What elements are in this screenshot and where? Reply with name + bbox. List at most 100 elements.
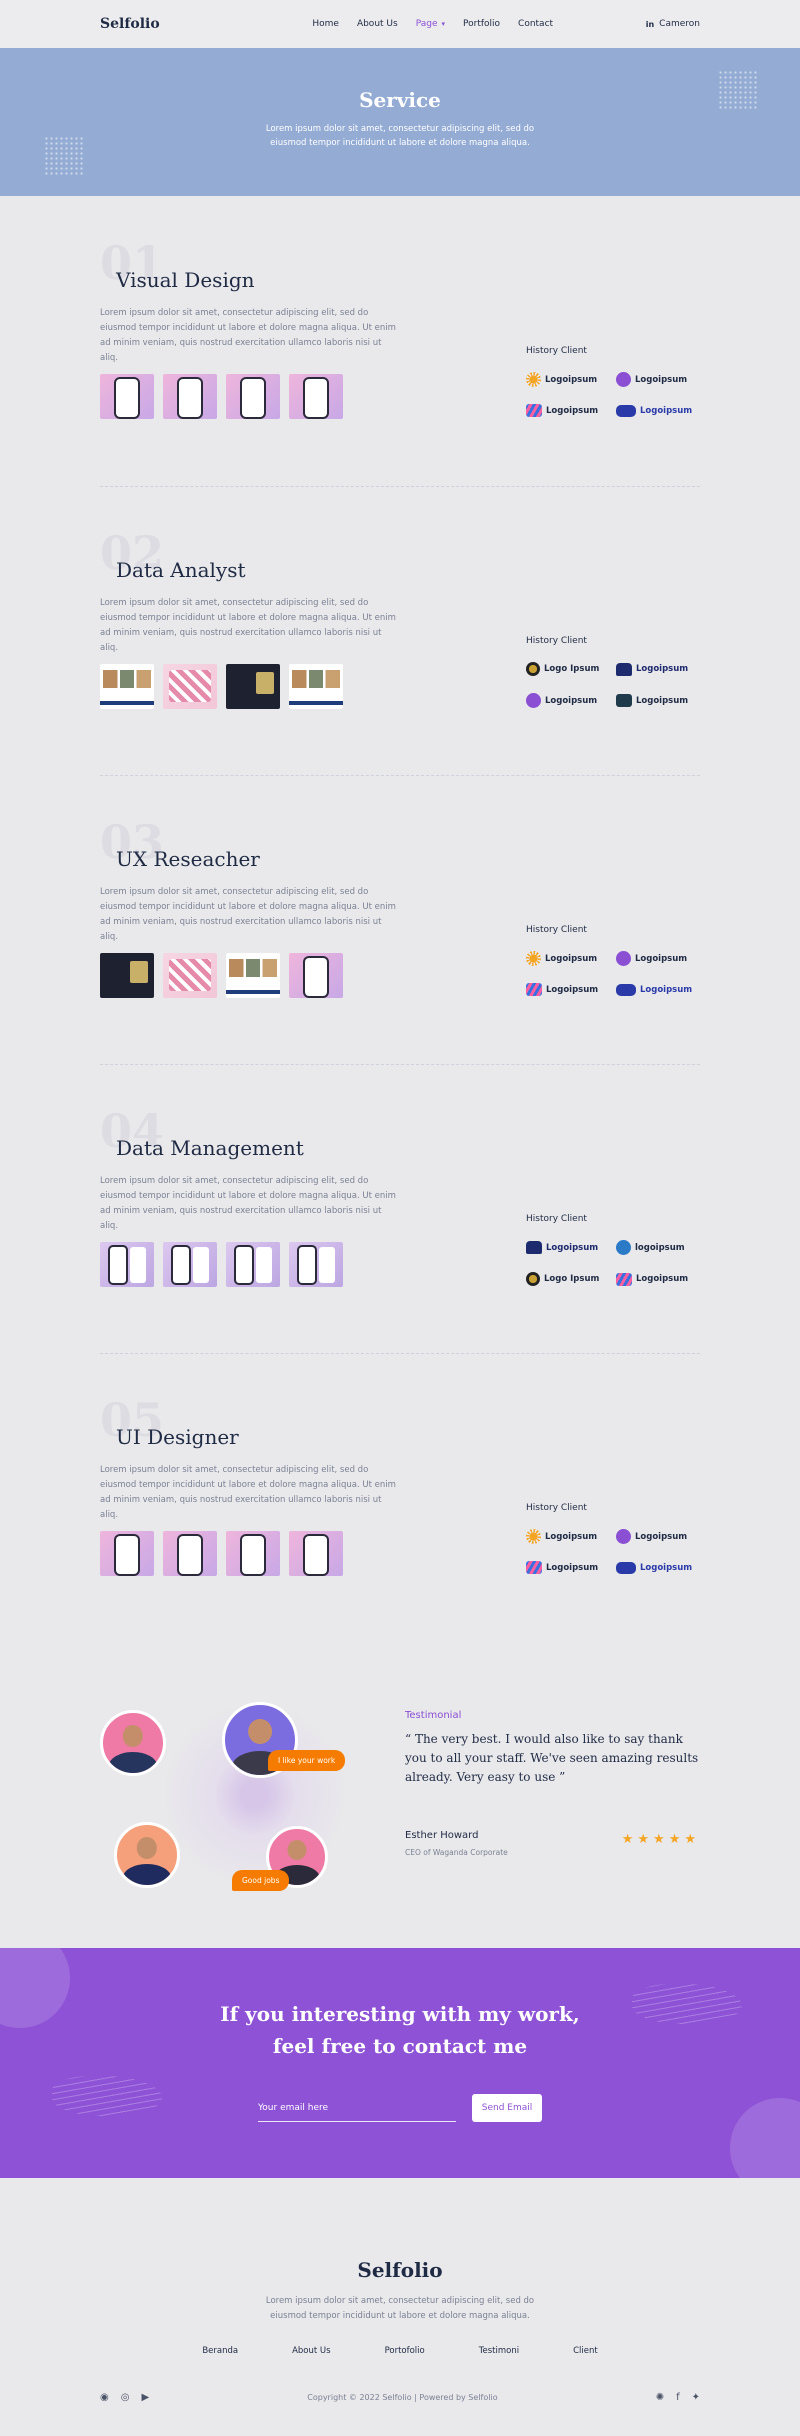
portfolio-thumbnail[interactable] [100,953,154,998]
service-description: Lorem ipsum dolor sit amet, consectetur … [100,598,396,653]
decor-waves [52,2076,162,2116]
client-logo-label: Logoipsum [546,1562,599,1573]
stripes-logo-icon [526,404,542,417]
portfolio-thumbnail[interactable] [226,664,280,709]
sun-logo-icon [526,372,541,387]
client-logo-label: Logoipsum [640,1562,693,1573]
youtube-icon[interactable]: ▶ [141,2392,149,2403]
portfolio-thumbnail[interactable] [100,1242,154,1287]
social-links-left: ◉ ◎ ▶ [100,2392,149,2403]
brand-logo[interactable]: Selfolio [100,16,160,32]
portfolio-thumbnail[interactable] [226,1531,280,1576]
service-section: 01 Visual Design Lorem ipsum dolor sit a… [100,236,700,526]
pill-logo-icon [616,404,636,417]
nav-item-page-label: Page [415,19,438,29]
twitter-icon[interactable]: ✦ [692,2392,700,2403]
service-title: UI Designer [116,1425,239,1449]
send-email-button[interactable]: Send Email [472,2094,542,2122]
portfolio-thumbnail[interactable] [163,1531,217,1576]
portfolio-thumbnail[interactable] [163,953,217,998]
history-client: History Client Logo Ipsum Logoipsum Logo… [526,636,706,708]
nav-item-page[interactable]: Page ▾ [416,19,445,29]
circle-logo-icon [616,1240,631,1255]
nav-item-contact[interactable]: Contact [518,19,553,29]
portfolio-thumbnail[interactable] [289,374,343,419]
portfolio-thumbnail[interactable] [289,1242,343,1287]
footer-link-testimoni[interactable]: Testimoni [479,2346,519,2356]
portfolio-thumbnail[interactable] [100,374,154,419]
client-logo: Logo Ipsum [526,1272,616,1286]
client-logo: Logoipsum [526,1529,616,1544]
client-logo: Logoipsum [616,662,706,676]
client-logo: Logo Ipsum [526,662,616,676]
portfolio-thumbnails [100,374,343,419]
client-logo-label: Logo Ipsum [544,664,600,674]
face-logo-icon [616,694,632,707]
portfolio-thumbnail[interactable] [163,374,217,419]
portfolio-thumbnail[interactable] [289,664,343,709]
portfolio-thumbnail[interactable] [226,953,280,998]
instagram-icon[interactable]: ◎ [121,2392,130,2403]
avatar [114,1822,180,1888]
sun-logo-icon [526,1529,541,1544]
footer-link-client[interactable]: Client [573,2346,598,2356]
facebook-icon[interactable]: f [676,2392,680,2403]
testimonial-quote: “ The very best. I would also like to sa… [405,1732,699,1785]
knot-logo-icon [526,1272,540,1286]
footer-link-about-us[interactable]: About Us [292,2346,330,2356]
user-profile[interactable]: in Cameron [646,19,700,29]
stripes-logo-icon [526,1561,542,1574]
stripes-logo-icon [616,1272,632,1286]
client-logo: Logoipsum [526,983,616,996]
service-section: 02 Data Analyst Lorem ipsum dolor sit am… [100,526,700,816]
portfolio-thumbnail[interactable] [100,1531,154,1576]
star-rating: ★★★★★ [622,1832,700,1847]
pill-logo-icon [616,983,636,996]
portfolio-thumbnail[interactable] [226,1242,280,1287]
flower-logo-icon [526,693,541,708]
star-icon: ★ [637,1832,654,1847]
decor-blob [730,2098,800,2178]
star-icon: ★ [653,1832,669,1847]
nav-item-portfolio[interactable]: Portfolio [463,19,500,29]
dribbble-icon[interactable]: ✺ [656,2392,664,2403]
client-logo: Logoipsum [526,1561,616,1574]
star-icon: ★ [684,1832,700,1847]
portfolio-thumbnails [100,1531,343,1576]
client-logo: Logoipsum [616,951,706,966]
reviewer-role: CEO of Waganda Corporate [405,1848,508,1857]
client-logo-label: Logoipsum [635,374,688,385]
nav-item-home[interactable]: Home [312,19,339,29]
client-logo: Logoipsum [526,404,616,417]
avatar [100,1710,166,1776]
client-logo: Logoipsum [616,693,706,708]
social-links-right: ✺ f ✦ [656,2392,700,2403]
portfolio-thumbnails [100,953,343,998]
portfolio-thumbnail[interactable] [163,664,217,709]
nav-item-about-us[interactable]: About Us [357,19,398,29]
pill-logo-icon [616,1561,636,1574]
client-logo-label: Logoipsum [545,695,598,706]
linkedin-icon: in [645,19,655,29]
client-logo: Logoipsum [616,1272,706,1286]
portfolio-thumbnail[interactable] [100,664,154,709]
footer-link-portofolio[interactable]: Portofolio [385,2346,425,2356]
hero-banner: Service Lorem ipsum dolor sit amet, cons… [0,48,800,196]
section-divider [100,1353,700,1354]
service-section: 03 UX Reseacher Lorem ipsum dolor sit am… [100,815,700,1105]
contact-cta: If you interesting with my work, feel fr… [0,1948,800,2178]
email-field[interactable] [258,2099,456,2122]
portfolio-thumbnail[interactable] [289,1531,343,1576]
client-logo: Logoipsum [616,404,706,417]
portfolio-thumbnail[interactable] [163,1242,217,1287]
flower-logo-icon [616,1529,631,1544]
client-logo-label: Logoipsum [635,953,688,964]
client-logo-label: Logoipsum [640,405,693,416]
decor-waves [632,1984,742,2024]
footer-link-beranda[interactable]: Beranda [202,2346,238,2356]
portfolio-thumbnail[interactable] [226,374,280,419]
portfolio-thumbnail[interactable] [289,953,343,998]
discord-icon[interactable]: ◉ [100,2392,109,2403]
history-client-title: History Client [526,346,587,356]
footer-brand[interactable]: Selfolio [0,2258,800,2282]
